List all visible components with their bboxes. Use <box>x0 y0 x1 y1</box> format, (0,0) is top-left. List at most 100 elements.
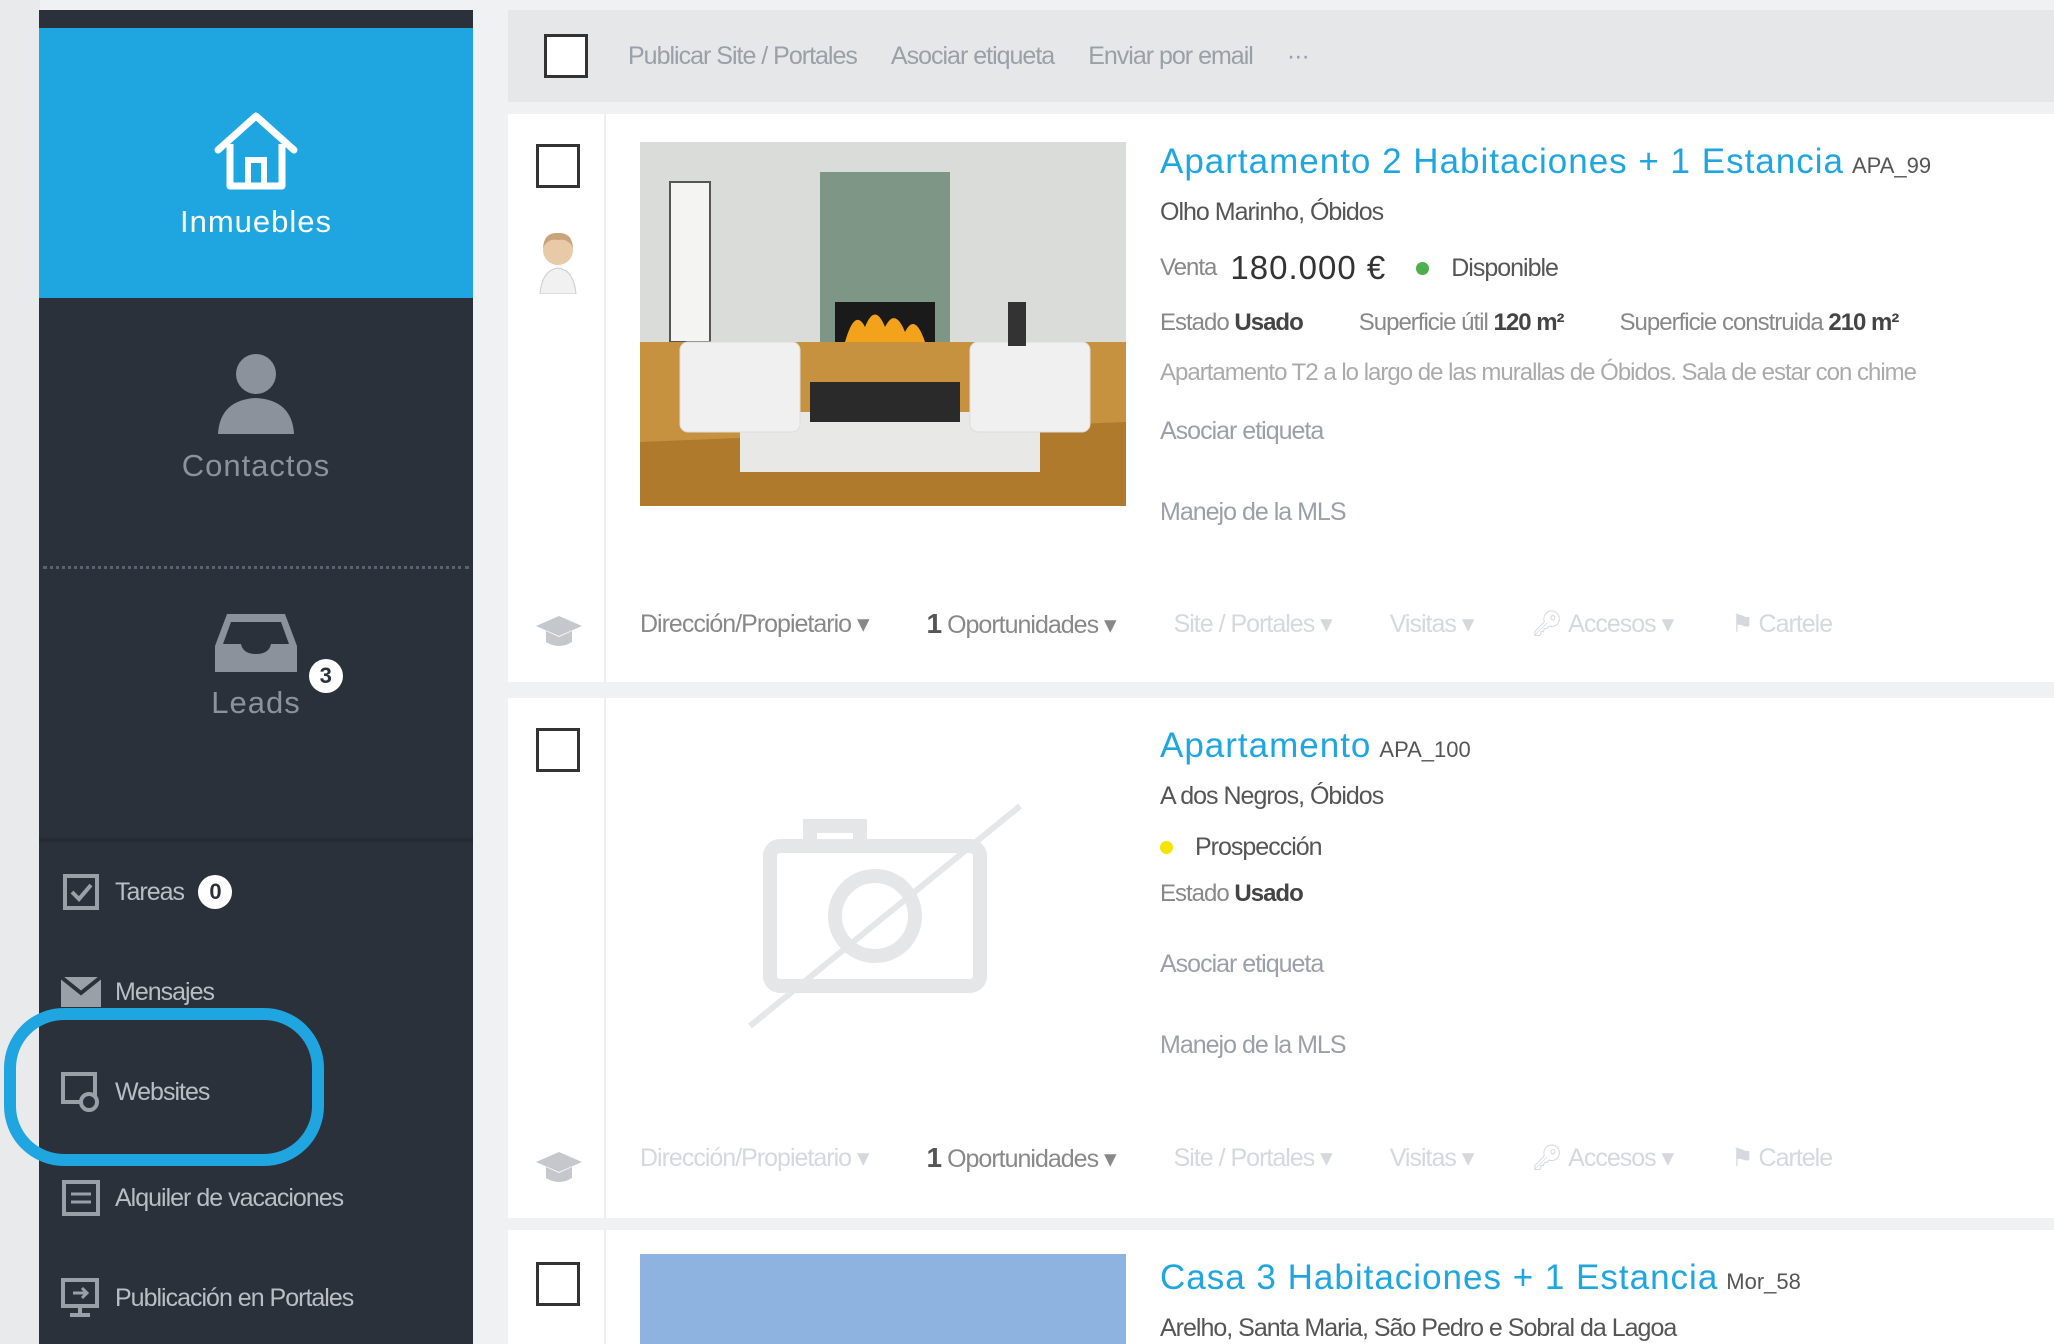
status-dot <box>1416 261 1430 275</box>
nav-alquiler-label: Alquiler de vacaciones <box>115 1183 344 1212</box>
listing-ref: APA_99 <box>1851 153 1932 178</box>
sidebar: Inmuebles Contactos Leads 3 Tareas 0 Men… <box>39 10 473 1344</box>
oportunidades-dropdown[interactable]: 1 Oportunidades ▾ <box>927 1142 1117 1174</box>
nav-publicacion-portales[interactable]: Publicación en Portales <box>61 1278 354 1318</box>
listing-title[interactable]: Apartamento APA_100 <box>1160 726 2054 766</box>
nav-publicacion-label: Publicación en Portales <box>115 1283 354 1312</box>
inbox-icon <box>215 614 297 672</box>
leads-badge: 3 <box>308 659 343 693</box>
listing-left-column <box>508 1230 606 1344</box>
asociar-etiqueta-link[interactable]: Asociar etiqueta <box>1160 417 2054 446</box>
agent-avatar[interactable] <box>538 230 578 294</box>
stat-estado-value: Usado <box>1234 309 1303 336</box>
key-icon: 🔑︎ <box>1531 610 1563 638</box>
cartel-dropdown[interactable]: ⚑ Cartele <box>1731 1143 1834 1173</box>
accesos-dropdown[interactable]: 🔑︎ Accesos ▾ <box>1531 1143 1674 1173</box>
graduation-cap-icon <box>536 616 582 646</box>
listing-title[interactable]: Casa 3 Habitaciones + 1 Estancia Mor_58 <box>1160 1258 2054 1298</box>
nav-contactos-label: Contactos <box>181 448 331 483</box>
nav-mensajes-label: Mensajes <box>115 977 215 1006</box>
listing-title[interactable]: Apartamento 2 Habitaciones + 1 Estancia A… <box>1160 142 2054 182</box>
oportunidades-label: Oportunidades ▾ <box>947 611 1116 639</box>
sidebar-divider <box>43 566 469 569</box>
manejo-mls-link[interactable]: Manejo de la MLS <box>1160 498 2054 527</box>
listing-status: Prospección <box>1195 833 1323 861</box>
listing-checkbox[interactable] <box>536 1262 580 1306</box>
nav-tareas-label: Tareas <box>115 877 185 906</box>
oportunidades-dropdown[interactable]: 1 Oportunidades ▾ <box>926 608 1117 640</box>
calendar-icon <box>61 1178 101 1218</box>
accesos-dropdown[interactable]: 🔑︎ Accesos ▾ <box>1531 609 1674 639</box>
nav-contactos[interactable]: Contactos <box>39 350 473 484</box>
stat-estado-label: Estado <box>1160 309 1230 336</box>
visitas-dropdown[interactable]: Visitas ▾ <box>1390 1143 1475 1173</box>
flag-icon: ⚑ <box>1731 610 1753 638</box>
listing-photo[interactable] <box>640 1254 1126 1344</box>
asociar-etiqueta-link[interactable]: Asociar etiqueta <box>1160 950 2054 979</box>
nav-tareas[interactable]: Tareas 0 <box>61 872 233 912</box>
nav-inmuebles[interactable]: Inmuebles <box>39 28 473 298</box>
listing-photo[interactable] <box>640 142 1126 506</box>
graduation-cap-icon <box>536 1152 582 1182</box>
stat-estado: Estado Usado <box>1160 880 1304 908</box>
listing-checkbox[interactable] <box>536 144 580 188</box>
site-portales-dropdown[interactable]: Site / Portales ▾ <box>1174 609 1333 639</box>
listing-info: Apartamento 2 Habitaciones + 1 Estancia A… <box>1160 142 2054 527</box>
publicar-button[interactable]: Publicar Site / Portales <box>628 42 858 71</box>
nav-leads-label: Leads <box>211 685 301 720</box>
listing-card: Apartamento APA_100 A dos Negros, Óbidos … <box>508 698 2054 1218</box>
more-actions-button[interactable]: ··· <box>1287 42 1310 71</box>
listing-price: 180.000 € <box>1230 249 1387 286</box>
listing-stats-row: Estado Usado Superficie útil 120 m² Supe… <box>1160 309 2054 337</box>
direccion-propietario-dropdown[interactable]: Dirección/Propietario ▾ <box>640 1143 870 1173</box>
listing-status-row: Prospección <box>1160 833 2054 862</box>
select-all-checkbox[interactable] <box>544 34 588 78</box>
no-photo-placeholder-icon <box>748 803 1022 1029</box>
envelope-icon <box>61 972 101 1012</box>
listing-left-column <box>508 698 606 1218</box>
home-icon <box>214 112 298 190</box>
status-dot <box>1160 841 1173 854</box>
deal-type: Venta <box>1160 254 1217 281</box>
listing-status: Disponible <box>1451 253 1559 282</box>
cartel-dropdown[interactable]: ⚑ Cartele <box>1731 609 1834 639</box>
listing-price-row: Venta 180.000 € Disponible <box>1160 249 2054 287</box>
website-gear-icon <box>61 1072 101 1112</box>
visitas-dropdown[interactable]: Visitas ▾ <box>1390 609 1475 639</box>
bulk-actions-toolbar: Publicar Site / Portales Asociar etiquet… <box>508 10 2054 102</box>
enviar-email-button[interactable]: Enviar por email <box>1088 42 1254 71</box>
stat-sup-util-value: 120 m² <box>1493 309 1565 336</box>
listing-info: Casa 3 Habitaciones + 1 Estancia Mor_58 A… <box>1160 1258 2054 1343</box>
nav-leads[interactable]: Leads 3 <box>39 610 473 721</box>
user-icon <box>218 354 294 434</box>
listing-card: Casa 3 Habitaciones + 1 Estancia Mor_58 A… <box>508 1230 2054 1344</box>
nav-inmuebles-label: Inmuebles <box>179 204 333 239</box>
listing-location: A dos Negros, Óbidos <box>1160 782 1384 810</box>
nav-mensajes[interactable]: Mensajes <box>61 972 215 1012</box>
checkbox-icon <box>61 872 101 912</box>
stat-superficie-util: Superficie útil 120 m² <box>1358 309 1565 337</box>
direccion-propietario-dropdown[interactable]: Dirección/Propietario ▾ <box>640 609 870 639</box>
listing-title-text: Apartamento 2 Habitaciones + 1 Estancia <box>1160 142 1844 181</box>
asociar-etiqueta-button[interactable]: Asociar etiqueta <box>891 42 1055 71</box>
listing-checkbox[interactable] <box>536 728 580 772</box>
nav-websites[interactable]: Websites <box>61 1072 210 1112</box>
stat-sup-util-label: Superficie útil <box>1358 309 1489 336</box>
manejo-mls-link[interactable]: Manejo de la MLS <box>1160 1031 2054 1060</box>
listing-actions-bar: Dirección/Propietario ▾ 1 Oportunidades … <box>640 608 1890 640</box>
stat-estado-value: Usado <box>1234 880 1303 907</box>
stat-sup-const-value: 210 m² <box>1828 309 1899 336</box>
stat-sup-const-label: Superficie construida <box>1619 309 1824 336</box>
cartel-label: Cartele <box>1758 610 1834 638</box>
nav-websites-label: Websites <box>115 1077 210 1106</box>
oportunidades-count: 1 <box>926 608 943 639</box>
listing-location: Olho Marinho, Óbidos <box>1160 198 1384 226</box>
site-portales-dropdown[interactable]: Site / Portales ▾ <box>1174 1143 1333 1173</box>
nav-alquiler-vacaciones[interactable]: Alquiler de vacaciones <box>61 1178 344 1218</box>
tareas-badge: 0 <box>198 875 233 909</box>
listing-left-column <box>508 114 606 682</box>
key-icon: 🔑︎ <box>1531 1144 1563 1172</box>
listing-title-text: Casa 3 Habitaciones + 1 Estancia <box>1160 1258 1719 1297</box>
sidebar-separator <box>39 838 473 842</box>
cartel-label: Cartele <box>1758 1144 1834 1172</box>
